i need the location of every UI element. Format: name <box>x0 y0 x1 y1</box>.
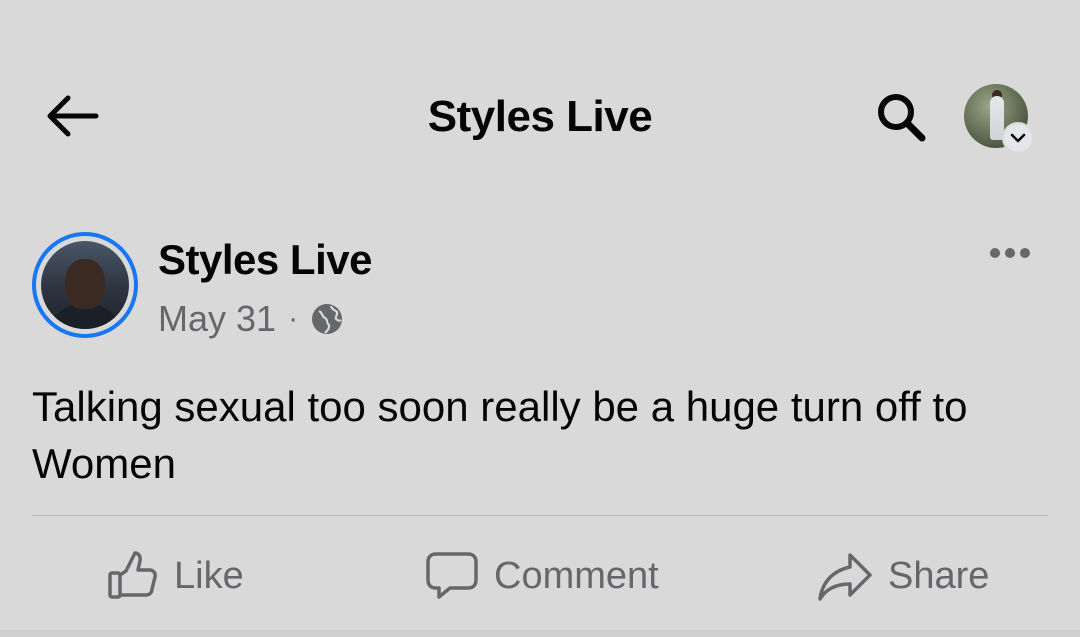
like-button[interactable]: Like <box>106 540 244 612</box>
share-icon <box>816 549 874 603</box>
post-text: Talking sexual too soon really be a huge… <box>32 383 968 487</box>
meta-separator: · <box>288 302 299 335</box>
divider <box>32 515 1048 516</box>
comment-label: Comment <box>494 554 659 597</box>
more-dots-icon <box>990 248 1000 258</box>
like-label: Like <box>174 554 244 597</box>
thumbs-up-icon <box>106 549 160 603</box>
search-button[interactable] <box>868 88 934 146</box>
comment-icon <box>424 549 480 603</box>
author-avatar[interactable] <box>32 232 138 338</box>
page: Styles Live Styles Live May 31 · Talking… <box>0 0 1080 637</box>
post-meta: May 31 · <box>158 298 344 340</box>
post-date[interactable]: May 31 <box>158 298 276 340</box>
share-button[interactable]: Share <box>816 540 989 612</box>
chevron-down-icon <box>1002 122 1034 154</box>
author-name[interactable]: Styles Live <box>158 236 372 284</box>
search-icon <box>878 94 926 142</box>
post-bottom-border <box>0 630 1080 637</box>
more-options-button[interactable] <box>980 236 1040 270</box>
profile-menu-button[interactable] <box>962 82 1034 154</box>
top-bar: Styles Live <box>0 70 1080 162</box>
globe-icon <box>310 302 344 336</box>
comment-button[interactable]: Comment <box>424 540 659 612</box>
share-label: Share <box>888 554 990 597</box>
